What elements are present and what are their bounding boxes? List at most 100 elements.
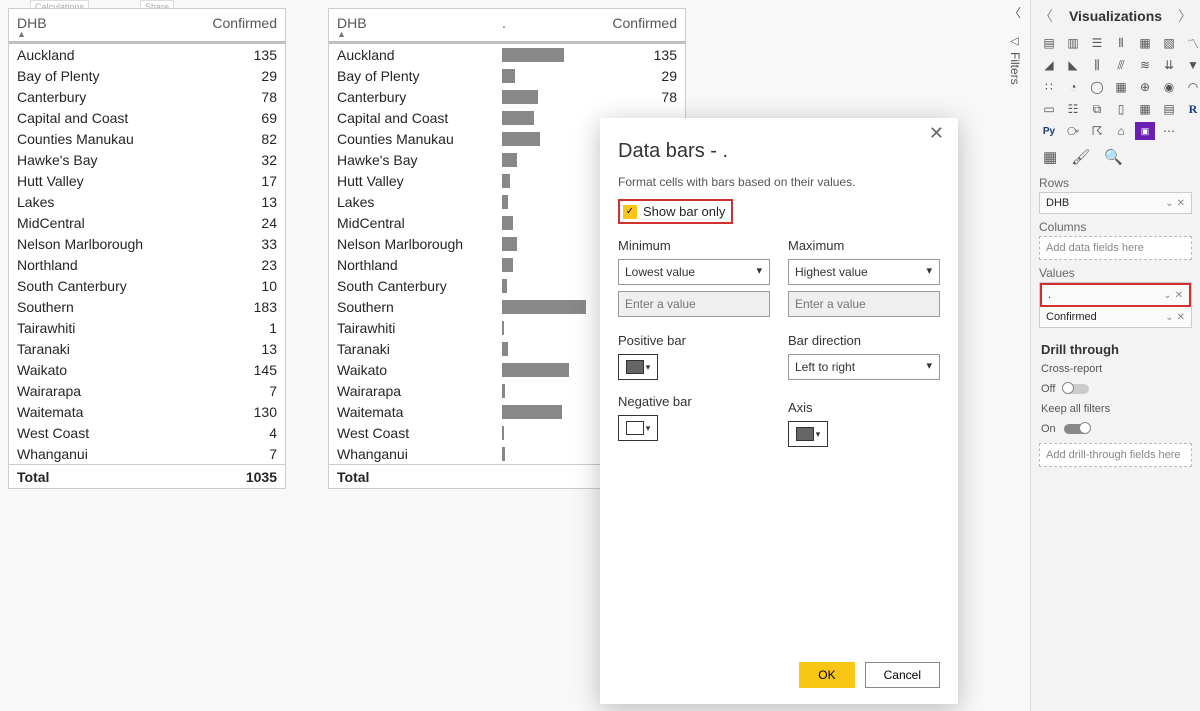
table-row[interactable]: Whanganui7 (9, 443, 285, 464)
table-row[interactable]: Capital and Coast69 (9, 107, 285, 128)
multi-card-icon[interactable]: ☷ (1063, 100, 1083, 118)
table-row[interactable]: Waikato145 (9, 359, 285, 380)
line-clustered-icon[interactable]: ⫻ (1111, 56, 1131, 74)
positive-bar-color[interactable]: ▾ (618, 354, 658, 380)
table-row[interactable]: Hawke's Bay32 (9, 149, 285, 170)
axis-color[interactable]: ▾ (788, 421, 828, 447)
clustered-bar-icon[interactable]: ☰ (1087, 34, 1107, 52)
chevron-down-icon[interactable]: ⌄ (1165, 198, 1173, 209)
filters-pane-collapsed[interactable]: 〈 ▽ Filters (1006, 4, 1024, 104)
qa-icon[interactable]: ⌂ (1111, 122, 1131, 140)
maximum-select[interactable] (788, 259, 940, 285)
col-header-confirmed[interactable]: Confirmed (164, 9, 285, 41)
filled-map-icon[interactable]: ◉ (1159, 78, 1179, 96)
field-item-dot[interactable]: . ⌄✕ (1040, 283, 1191, 307)
table-row[interactable]: Auckland135 (329, 44, 685, 65)
col-header-dot[interactable]: . (494, 9, 594, 41)
col-header-confirmed-2[interactable]: Confirmed (594, 9, 685, 41)
table-row[interactable]: Counties Manukau82 (9, 128, 285, 149)
cell-dhb: Waitemata (329, 403, 494, 421)
gauge-icon[interactable]: ◠ (1183, 78, 1200, 96)
table-row[interactable]: Wairarapa7 (9, 380, 285, 401)
cell-dhb: Canterbury (9, 88, 164, 106)
waterfall-icon[interactable]: ⇊ (1159, 56, 1179, 74)
hundred-bar-icon[interactable]: ▦ (1135, 34, 1155, 52)
collapse-left-icon[interactable]: 〈 (1039, 6, 1053, 26)
table-row[interactable]: Bay of Plenty29 (9, 65, 285, 86)
clustered-column-icon[interactable]: ⫴ (1111, 34, 1131, 52)
ribbon-icon[interactable]: ≋ (1135, 56, 1155, 74)
table-row[interactable]: Lakes13 (9, 191, 285, 212)
slicer-icon[interactable]: ▯ (1111, 100, 1131, 118)
python-visual-icon[interactable]: Py (1039, 122, 1059, 140)
remove-icon[interactable]: ✕ (1177, 198, 1185, 209)
remove-icon[interactable]: ✕ (1175, 290, 1183, 301)
col-header-dhb[interactable]: DHB ▲ (9, 9, 164, 41)
maximum-value-input[interactable] (788, 291, 940, 317)
kpi-icon[interactable]: ⧉ (1087, 100, 1107, 118)
table-row[interactable]: Auckland135 (9, 44, 285, 65)
treemap-icon[interactable]: ▦ (1111, 78, 1131, 96)
funnel-icon[interactable]: ▼ (1183, 56, 1200, 74)
table-row[interactable]: Canterbury78 (329, 86, 685, 107)
fields-tab-icon[interactable]: ▦ (1043, 148, 1057, 166)
ok-button[interactable]: OK (799, 662, 854, 688)
hundred-column-icon[interactable]: ▧ (1159, 34, 1179, 52)
table-row[interactable]: Canterbury78 (9, 86, 285, 107)
stacked-area-icon[interactable]: ◣ (1063, 56, 1083, 74)
table-icon[interactable]: ▦ (1135, 100, 1155, 118)
cell-confirmed: 13 (164, 340, 285, 358)
custom-visual-icon[interactable]: ▣ (1135, 122, 1155, 140)
scatter-icon[interactable]: ∷ (1039, 78, 1059, 96)
expand-right-icon[interactable]: 〉 (1178, 6, 1192, 26)
decomposition-icon[interactable]: ☈ (1087, 122, 1107, 140)
more-visuals-icon[interactable]: ⋯ (1159, 122, 1179, 140)
table-row[interactable]: West Coast4 (9, 422, 285, 443)
line-column-icon[interactable]: ⫼ (1087, 56, 1107, 74)
col-header-dhb-2[interactable]: DHB ▲ (329, 9, 494, 41)
table-row[interactable]: Hutt Valley17 (9, 170, 285, 191)
remove-icon[interactable]: ✕ (1177, 312, 1185, 323)
donut-icon[interactable]: ◯ (1087, 78, 1107, 96)
stacked-bar-icon[interactable]: ▤ (1039, 34, 1059, 52)
format-tab-icon[interactable]: 🖌 (1071, 148, 1090, 166)
table-row[interactable]: MidCentral24 (9, 212, 285, 233)
analytics-tab-icon[interactable]: 🔍 (1104, 148, 1123, 166)
table-row[interactable]: Waitemata130 (9, 401, 285, 422)
show-bar-only-checkbox[interactable]: ✓ Show bar only (618, 199, 733, 224)
cross-report-toggle[interactable] (1063, 384, 1089, 394)
table-row[interactable]: Northland23 (9, 254, 285, 275)
r-visual-icon[interactable]: R (1183, 100, 1200, 118)
matrix-icon[interactable]: ▤ (1159, 100, 1179, 118)
chevron-down-icon[interactable]: ⌄ (1163, 290, 1171, 301)
rows-field-well[interactable]: DHB ⌄✕ (1039, 192, 1192, 214)
table-row[interactable]: Bay of Plenty29 (329, 65, 685, 86)
pie-icon[interactable]: ◔ (1063, 78, 1083, 96)
line-icon[interactable]: 〽 (1183, 34, 1200, 52)
minimum-select[interactable] (618, 259, 770, 285)
bar-direction-select[interactable] (788, 354, 940, 380)
columns-field-well[interactable]: Add data fields here (1039, 236, 1192, 260)
map-icon[interactable]: ⊕ (1135, 78, 1155, 96)
negative-bar-color[interactable]: ▾ (618, 415, 658, 441)
values-field-well[interactable]: . ⌄✕ Confirmed ⌄✕ (1039, 282, 1192, 328)
dialog-close-button[interactable]: ✕ (923, 122, 950, 145)
matrix-visual-left[interactable]: DHB ▲ Confirmed Auckland135Bay of Plenty… (8, 8, 286, 489)
keep-filters-toggle[interactable] (1064, 424, 1090, 434)
table-row[interactable]: Tairawhiti1 (9, 317, 285, 338)
chevron-down-icon[interactable]: ⌄ (1165, 312, 1173, 323)
card-icon[interactable]: ▭ (1039, 100, 1059, 118)
cancel-button[interactable]: Cancel (865, 662, 940, 688)
field-item-dhb[interactable]: DHB ⌄✕ (1040, 193, 1191, 213)
table-row[interactable]: Southern183 (9, 296, 285, 317)
stacked-column-icon[interactable]: ▥ (1063, 34, 1083, 52)
area-icon[interactable]: ◢ (1039, 56, 1059, 74)
table-row[interactable]: Nelson Marlborough33 (9, 233, 285, 254)
drill-through-field-well[interactable]: Add drill-through fields here (1039, 443, 1192, 467)
table-row[interactable]: South Canterbury10 (9, 275, 285, 296)
field-item-confirmed[interactable]: Confirmed ⌄✕ (1040, 307, 1191, 327)
minimum-value-input[interactable] (618, 291, 770, 317)
table-row[interactable]: Taranaki13 (9, 338, 285, 359)
key-influencers-icon[interactable]: ⧂ (1063, 122, 1083, 140)
cell-dhb: Whanganui (9, 445, 164, 463)
